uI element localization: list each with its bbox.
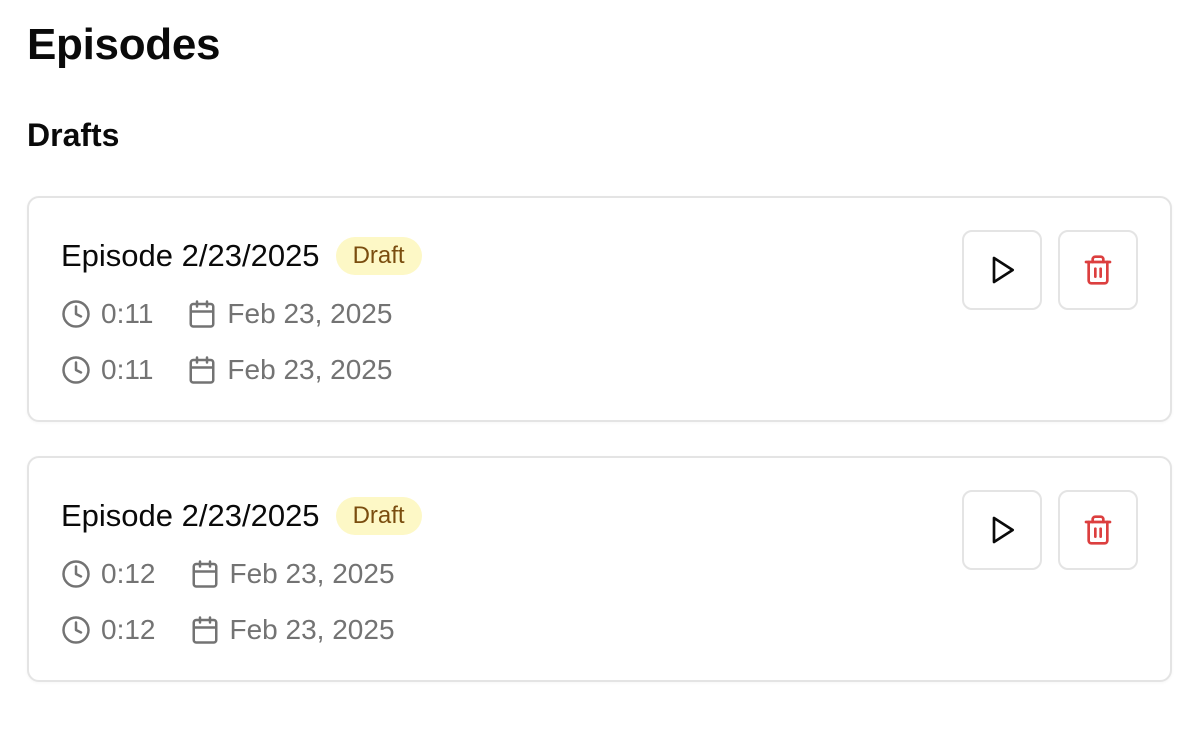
date-text: Feb 23, 2025	[229, 558, 395, 589]
section-title-drafts: Drafts	[27, 117, 120, 153]
episode-card: Episode 2/23/2025 Draft 0:12 Feb 23, 202…	[27, 456, 1172, 682]
clock-icon	[61, 559, 91, 589]
clock-icon	[61, 299, 91, 329]
episode-meta-row: 0:11 Feb 23, 2025	[61, 352, 392, 388]
episode-meta-row: 0:11 Feb 23, 2025	[61, 296, 392, 332]
page-title: Episodes	[27, 20, 221, 69]
duration-item: 0:11	[61, 354, 153, 386]
date-item: Feb 23, 2025	[187, 298, 392, 330]
duration-text: 0:11	[101, 354, 154, 385]
trash-icon	[1082, 254, 1114, 286]
clock-icon	[61, 355, 91, 385]
episode-actions	[962, 490, 1138, 570]
episode-meta-row: 0:12 Feb 23, 2025	[61, 612, 395, 648]
delete-button[interactable]	[1058, 230, 1138, 310]
trash-icon	[1082, 514, 1114, 546]
episode-actions	[962, 230, 1138, 310]
calendar-icon	[190, 559, 220, 589]
clock-icon	[61, 615, 91, 645]
duration-text: 0:11	[101, 298, 154, 329]
date-item: Feb 23, 2025	[190, 614, 395, 646]
episode-title-row: Episode 2/23/2025 Draft	[61, 494, 422, 538]
calendar-icon	[187, 355, 217, 385]
duration-text: 0:12	[101, 614, 156, 645]
episodes-page: Episodes Drafts Episode 2/23/2025 Draft …	[0, 0, 1192, 746]
play-button[interactable]	[962, 490, 1042, 570]
status-badge: Draft	[335, 237, 422, 275]
date-text: Feb 23, 2025	[229, 614, 395, 645]
play-button[interactable]	[962, 230, 1042, 310]
date-text: Feb 23, 2025	[227, 298, 393, 329]
play-icon	[986, 254, 1018, 286]
duration-item: 0:12	[61, 614, 156, 646]
episode-card: Episode 2/23/2025 Draft 0:11 Feb 23, 202…	[27, 196, 1172, 422]
date-item: Feb 23, 2025	[190, 558, 395, 590]
episode-meta-row: 0:12 Feb 23, 2025	[61, 556, 395, 592]
duration-item: 0:12	[61, 558, 156, 590]
calendar-icon	[187, 299, 217, 329]
episode-title: Episode 2/23/2025	[61, 238, 320, 273]
calendar-icon	[190, 615, 220, 645]
status-badge: Draft	[335, 497, 422, 535]
episode-title: Episode 2/23/2025	[61, 498, 320, 533]
episode-title-row: Episode 2/23/2025 Draft	[61, 234, 422, 278]
date-text: Feb 23, 2025	[227, 354, 393, 385]
delete-button[interactable]	[1058, 490, 1138, 570]
date-item: Feb 23, 2025	[187, 354, 392, 386]
duration-item: 0:11	[61, 298, 153, 330]
duration-text: 0:12	[101, 558, 156, 589]
play-icon	[986, 514, 1018, 546]
